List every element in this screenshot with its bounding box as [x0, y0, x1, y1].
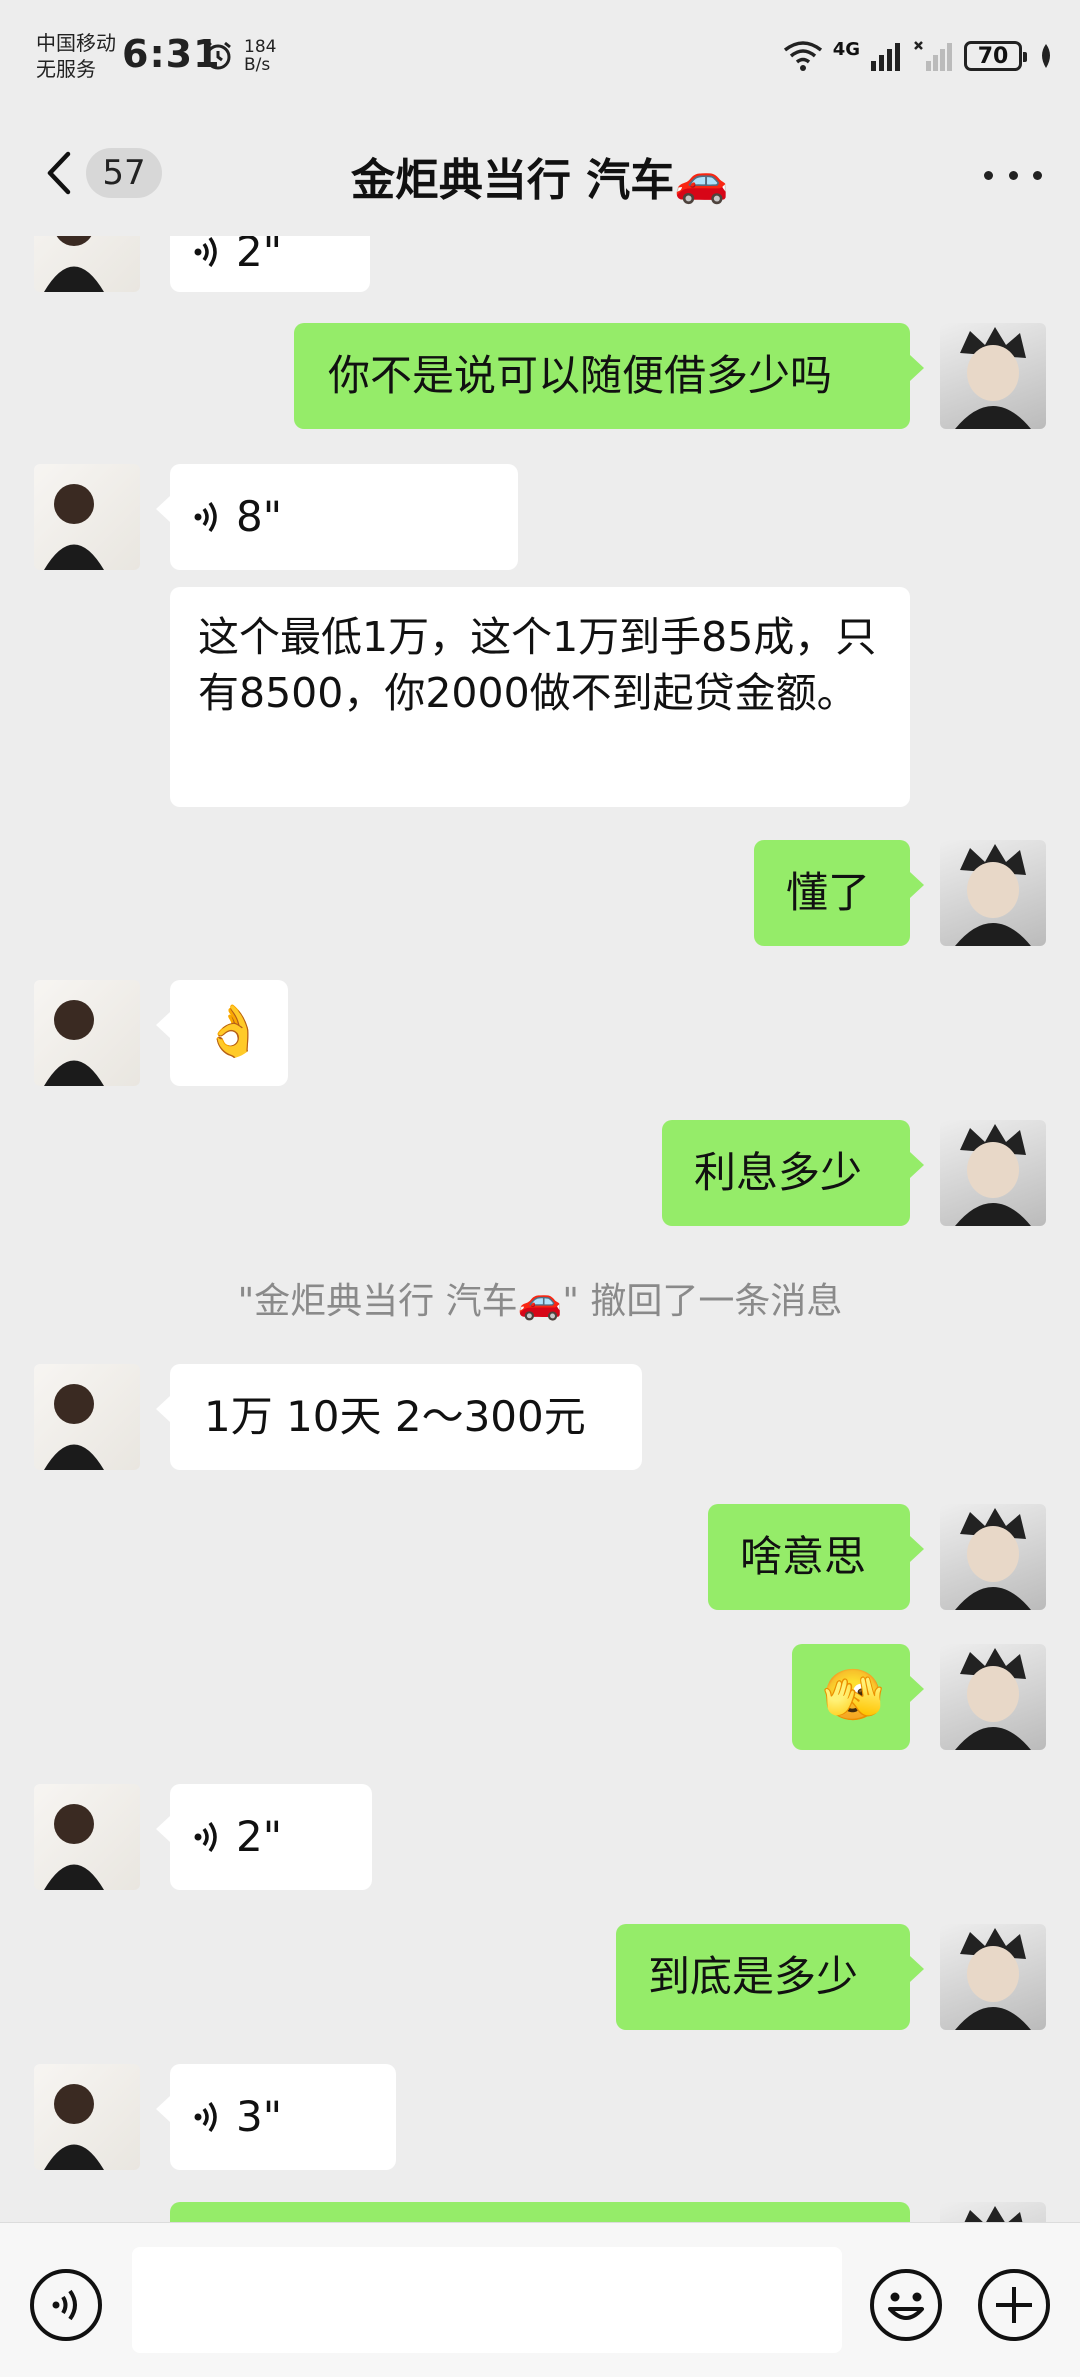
contact-avatar[interactable] — [34, 1784, 140, 1890]
message-bubble-outgoing[interactable]: 利息多少 — [662, 1120, 924, 1226]
more-icon[interactable] — [984, 150, 1042, 200]
input-bar — [0, 2222, 1080, 2377]
status-icons: 4G 70 — [783, 36, 1054, 76]
network-speed: 184 B/s — [244, 37, 277, 75]
plus-icon[interactable] — [976, 2267, 1052, 2343]
emoji-ok-hand: 👌 — [202, 1002, 265, 1060]
my-avatar[interactable] — [940, 323, 1046, 429]
my-avatar[interactable] — [940, 2202, 1046, 2222]
my-avatar[interactable] — [940, 1504, 1046, 1610]
voice-duration: 2" — [236, 1812, 283, 1861]
voice-duration: 8" — [236, 492, 283, 541]
voice-duration: 3" — [236, 2092, 283, 2141]
recall-notice: "金炬典当行 汽车🚗" 撤回了一条消息 — [237, 1281, 843, 1322]
message-text: 懂了 — [786, 868, 871, 917]
signal-icon — [871, 43, 900, 71]
voice-duration: 2" — [236, 236, 283, 276]
message-bubble-outgoing[interactable] — [170, 2202, 910, 2222]
my-avatar[interactable] — [940, 1924, 1046, 2030]
message-input[interactable] — [132, 2247, 842, 2353]
message-bubble-outgoing[interactable]: 你不是说可以随便借多少吗 — [294, 323, 924, 429]
message-bubble-outgoing[interactable]: 啥意思 — [708, 1504, 924, 1610]
emoji-icon[interactable] — [868, 2267, 944, 2343]
contact-avatar[interactable] — [34, 1364, 140, 1470]
message-bubble-incoming[interactable]: 这个最低1万，这个1万到手85成，只有8500，你2000做不到起贷金额。 — [170, 587, 910, 807]
service-status: 无服务 — [36, 57, 96, 81]
message-bubble-outgoing[interactable]: 懂了 — [754, 840, 924, 946]
voice-message[interactable]: 3" — [156, 2064, 396, 2170]
my-avatar[interactable] — [940, 1120, 1046, 1226]
battery-indicator: 70 — [964, 41, 1027, 71]
message-text: 利息多少 — [694, 1148, 863, 1197]
contact-avatar[interactable] — [34, 980, 140, 1086]
message-list[interactable]: 2" 你不是说可以随便借多少吗 8" 这个最低1万，这个1万到手85成，只有85… — [0, 236, 1080, 2222]
network-type: 4G — [832, 38, 860, 60]
voice-wave-icon — [194, 501, 217, 533]
wifi-icon — [783, 41, 822, 71]
contact-avatar[interactable] — [34, 2064, 140, 2170]
voice-wave-icon — [194, 1821, 217, 1853]
message-bubble-incoming[interactable]: 👌 — [156, 980, 288, 1086]
contact-avatar[interactable] — [34, 236, 140, 292]
voice-wave-icon — [194, 236, 217, 268]
contact-avatar[interactable] — [34, 464, 140, 570]
signal-icon-no-service — [914, 41, 952, 71]
message-text: 啥意思 — [740, 1532, 867, 1581]
chat-header: 57 金炬典当行 汽车🚗 — [0, 110, 1080, 236]
message-bubble-incoming[interactable]: 1万 10天 2～300元 — [156, 1364, 642, 1470]
voice-message[interactable]: 8" — [156, 464, 518, 570]
voice-message[interactable]: 2" — [170, 236, 370, 292]
my-avatar[interactable] — [940, 1644, 1046, 1750]
carrier-name: 中国移动 — [36, 31, 116, 55]
voice-toggle-icon[interactable] — [28, 2267, 104, 2343]
message-text: 1万 10天 2～300元 — [204, 1392, 586, 1441]
message-text: 这个最低1万，这个1万到手85成，只有8500，你2000做不到起贷金额。 — [198, 613, 877, 717]
emoji-peek: 🫣 — [822, 1666, 885, 1724]
message-text: 你不是说可以随便借多少吗 — [328, 351, 833, 400]
message-bubble-outgoing[interactable]: 🫣 — [792, 1644, 924, 1750]
message-text: 到底是多少 — [648, 1952, 859, 2001]
alarm-icon — [205, 41, 231, 70]
leaf-icon — [1042, 44, 1050, 68]
chat-title: 金炬典当行 汽车🚗 — [350, 155, 730, 206]
message-bubble-outgoing[interactable]: 到底是多少 — [616, 1924, 924, 2030]
voice-message[interactable]: 2" — [156, 1784, 372, 1890]
voice-wave-icon — [194, 2101, 217, 2133]
status-bar: 中国移动 无服务 6:31 184 B/s 4G 70 — [0, 0, 1080, 110]
my-avatar[interactable] — [940, 840, 1046, 946]
carrier-info: 中国移动 无服务 — [36, 30, 116, 82]
